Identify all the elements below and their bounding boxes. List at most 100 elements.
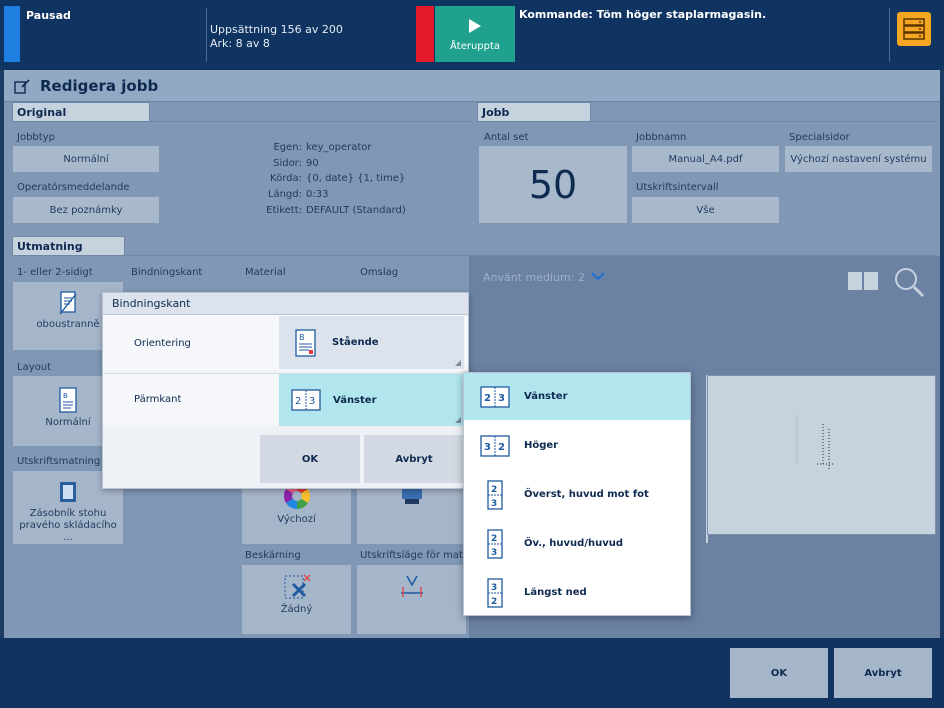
resume-button[interactable]: Återuppta — [435, 6, 515, 62]
dropdown-item-bottom[interactable]: 32 Längst ned — [464, 569, 690, 616]
info-value: 0:33 — [306, 189, 329, 201]
window-titlebar: Redigera jobb — [4, 70, 940, 102]
binding-left-icon: 23 — [480, 384, 510, 410]
info-key: Egen: — [273, 142, 302, 153]
jobname-field[interactable]: Manual_A4.pdf — [632, 146, 779, 172]
info-value: {0, date} {1, time} — [306, 173, 406, 185]
svg-text:2: 2 — [498, 442, 505, 453]
tab-jobb[interactable]: Jobb — [477, 102, 591, 122]
tab-original[interactable]: Original — [12, 102, 150, 122]
binding-left-icon: 23 — [291, 389, 321, 411]
special-label: Specialsidor — [789, 132, 850, 143]
svg-text:2: 2 — [491, 485, 497, 495]
dropdown-item-top-head-head[interactable]: 23 Öv., huvud/huvud — [464, 520, 690, 567]
sides-label: 1- eller 2-sidigt — [17, 267, 93, 278]
binding-edge-dropdown: 23 Vänster 32 Höger 23 Överst, huvud mot… — [463, 372, 691, 616]
info-key: Sidor: — [273, 157, 302, 169]
edge-row: Pärmkant 23 Vänster — [103, 373, 468, 426]
jobtype-label: Jobbtyp — [17, 132, 55, 143]
dropdown-item-label: Längst ned — [524, 587, 587, 598]
output-value: Zásobník stohu pravého skládacího ... — [19, 508, 117, 543]
info-row: Etikett: DEFAULT (Standard) — [164, 203, 464, 219]
dropdown-item-label: Vänster — [524, 391, 568, 402]
tab-utmatning[interactable]: Utmatning — [12, 236, 125, 256]
edge-select[interactable]: 23 Vänster — [279, 374, 464, 426]
play-icon — [469, 19, 481, 33]
orientation-value: Stående — [332, 337, 379, 348]
svg-text:2: 2 — [295, 396, 301, 407]
edit-icon — [14, 79, 30, 94]
ok-button[interactable]: OK — [730, 648, 828, 698]
svg-text:3: 3 — [491, 548, 497, 558]
info-row: Körda: {0, date} {1, time} — [164, 171, 464, 187]
footer-bar: OK Avbryt — [0, 638, 944, 708]
info-value: 90 — [306, 157, 319, 169]
dialog-ok-button[interactable]: OK — [260, 435, 360, 483]
trim-label: Beskärning — [245, 550, 301, 561]
dialog-cancel-button[interactable]: Avbryt — [364, 435, 464, 483]
trim-none-icon — [284, 574, 310, 599]
page-thumbnail-icon — [796, 414, 833, 469]
layout-label: Layout — [17, 362, 51, 373]
page-layout-icon: B — [59, 387, 77, 413]
printmode-tile[interactable] — [357, 565, 466, 634]
trim-tile[interactable]: Žádný — [242, 565, 351, 634]
cover-label: Omslag — [360, 267, 399, 278]
dialog-title: Bindningskant — [112, 297, 191, 310]
media-used[interactable]: Använt medium: 2 — [483, 271, 606, 284]
edge-label: Pärmkant — [134, 394, 182, 405]
set-progress: Uppsättning 156 av 200 — [210, 23, 343, 36]
svg-text:3: 3 — [309, 396, 315, 407]
media-used-label: Använt medium: 2 — [483, 271, 585, 284]
status-bar: Pausad Uppsättning 156 av 200 Ark: 8 av … — [0, 0, 944, 70]
info-key: Etikett: — [266, 204, 302, 216]
dropdown-item-right[interactable]: 32 Höger — [464, 422, 690, 469]
output-label: Utskriftsmatning — [17, 456, 101, 467]
preview-page — [707, 375, 936, 535]
dropdown-item-label: Öv., huvud/huvud — [524, 538, 624, 549]
orientation-select[interactable]: B Stående — [279, 316, 464, 369]
operator-msg-label: Operatörsmeddelande — [17, 182, 130, 193]
jobname-label: Jobbnamn — [636, 132, 687, 143]
sets-field[interactable]: 50 — [479, 146, 627, 223]
dropdown-corner-icon — [455, 360, 461, 366]
interval-field[interactable]: Vše — [632, 197, 779, 223]
dropdown-item-top-head-foot[interactable]: 23 Överst, huvud mot fot — [464, 471, 690, 518]
divider — [12, 121, 472, 122]
cancel-button[interactable]: Avbryt — [834, 648, 932, 698]
dropdown-item-label: Höger — [524, 440, 559, 451]
material-label: Material — [245, 267, 286, 278]
info-key: Körda: — [270, 173, 302, 185]
dialog-header: Bindningskant — [103, 293, 468, 315]
info-row: Egen: key_operator — [164, 140, 464, 156]
binding-top-icon: 23 — [480, 479, 510, 510]
zoom-icon[interactable] — [893, 266, 925, 298]
binding-top-head-icon: 23 — [480, 528, 510, 559]
edge-value: Vänster — [333, 394, 377, 406]
dropdown-item-left[interactable]: 23 Vänster — [464, 373, 690, 420]
sets-label: Antal set — [484, 132, 529, 143]
duplex-icon — [59, 291, 77, 315]
printer-state: Pausad — [26, 9, 71, 22]
svg-text:2: 2 — [491, 597, 497, 607]
special-field[interactable]: Výchozí nastavení systému — [785, 146, 932, 172]
svg-text:3: 3 — [484, 442, 491, 453]
svg-text:3: 3 — [491, 499, 497, 509]
sheet-progress: Ark: 8 av 8 — [210, 37, 270, 50]
stacker-tray-icon — [60, 482, 76, 502]
resume-label: Återuppta — [449, 41, 501, 52]
info-value: key_operator — [306, 142, 372, 153]
chevron-down-icon — [591, 272, 606, 281]
jobtype-field[interactable]: Normální — [13, 146, 159, 172]
window-title: Redigera jobb — [40, 77, 159, 95]
info-value: DEFAULT (Standard) — [306, 204, 406, 216]
svg-text:B: B — [63, 392, 68, 400]
portrait-page-icon: B — [295, 328, 316, 357]
printmode-icon — [400, 575, 423, 597]
color-value: Výchozí — [277, 514, 316, 525]
book-view-icon[interactable] — [847, 270, 879, 292]
info-row: Längd: 0:33 — [164, 187, 464, 203]
printer-queue-button[interactable] — [897, 12, 931, 46]
binding-label: Bindningskant — [131, 267, 203, 278]
operator-msg-field[interactable]: Bez poznámky — [13, 197, 159, 223]
